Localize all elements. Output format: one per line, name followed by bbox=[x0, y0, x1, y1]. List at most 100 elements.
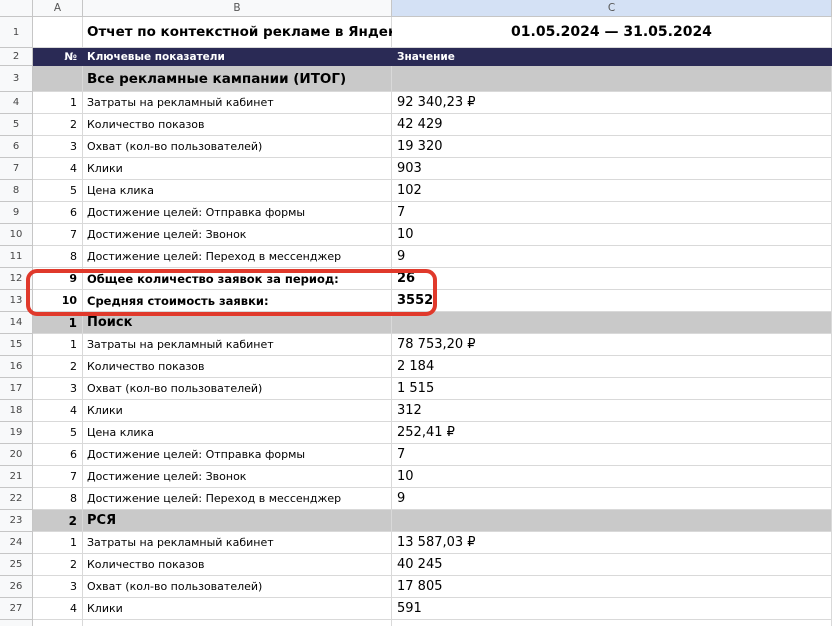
cell-c[interactable]: 102 bbox=[392, 180, 832, 202]
cell-a[interactable]: 10 bbox=[33, 290, 83, 312]
cell-c[interactable]: 903 bbox=[392, 158, 832, 180]
cell-c[interactable]: 252,41 ₽ bbox=[392, 422, 832, 444]
cell-a[interactable] bbox=[33, 17, 83, 48]
cell-a[interactable]: 5 bbox=[33, 180, 83, 202]
cell-c[interactable]: 3552 bbox=[392, 290, 832, 312]
row-number-cell[interactable]: 15 bbox=[0, 334, 33, 356]
cell-c[interactable]: 7 bbox=[392, 202, 832, 224]
cell-b[interactable]: Достижение целей: Отправка формы bbox=[83, 444, 392, 466]
cell-c[interactable] bbox=[392, 620, 832, 626]
cell-a[interactable]: 9 bbox=[33, 268, 83, 290]
row-number-cell[interactable]: 18 bbox=[0, 400, 33, 422]
cell-b[interactable]: Затраты на рекламный кабинет bbox=[83, 532, 392, 554]
row-number-cell[interactable] bbox=[0, 620, 33, 626]
row-number-cell[interactable]: 6 bbox=[0, 136, 33, 158]
cell-b[interactable]: Затраты на рекламный кабинет bbox=[83, 334, 392, 356]
cell-b[interactable]: Достижение целей: Переход в мессенджер bbox=[83, 488, 392, 510]
row-number-cell[interactable]: 20 bbox=[0, 444, 33, 466]
cell-a[interactable]: № bbox=[33, 48, 83, 66]
cell-c[interactable]: 9 bbox=[392, 488, 832, 510]
cell-b[interactable]: Количество показов bbox=[83, 356, 392, 378]
cell-b[interactable]: Цена клика bbox=[83, 180, 392, 202]
row-number-cell[interactable]: 4 bbox=[0, 92, 33, 114]
cell-a[interactable] bbox=[33, 66, 83, 92]
row-number-cell[interactable]: 27 bbox=[0, 598, 33, 620]
cell-c[interactable]: 17 805 bbox=[392, 576, 832, 598]
cell-a[interactable]: 7 bbox=[33, 224, 83, 246]
row-number-cell[interactable]: 17 bbox=[0, 378, 33, 400]
cell-b[interactable]: Поиск bbox=[83, 312, 392, 334]
cell-b[interactable]: Достижение целей: Звонок bbox=[83, 224, 392, 246]
cell-a[interactable]: 1 bbox=[33, 532, 83, 554]
cell-a[interactable]: 8 bbox=[33, 246, 83, 268]
cell-b[interactable]: РСЯ bbox=[83, 510, 392, 532]
cell-a[interactable]: 6 bbox=[33, 202, 83, 224]
row-number-cell[interactable]: 22 bbox=[0, 488, 33, 510]
row-number-cell[interactable]: 19 bbox=[0, 422, 33, 444]
cell-b[interactable]: Клики bbox=[83, 598, 392, 620]
row-number-cell[interactable]: 11 bbox=[0, 246, 33, 268]
cell-c[interactable] bbox=[392, 66, 832, 92]
row-number-cell[interactable]: 26 bbox=[0, 576, 33, 598]
cell-c[interactable]: 13 587,03 ₽ bbox=[392, 532, 832, 554]
cell-a[interactable]: 4 bbox=[33, 158, 83, 180]
cell-b[interactable]: Цена клика bbox=[83, 422, 392, 444]
cell-a[interactable]: 3 bbox=[33, 136, 83, 158]
cell-c[interactable]: 312 bbox=[392, 400, 832, 422]
cell-a[interactable]: 2 bbox=[33, 356, 83, 378]
row-number-cell[interactable]: 14 bbox=[0, 312, 33, 334]
cell-a[interactable] bbox=[33, 620, 83, 626]
select-all-corner[interactable] bbox=[0, 0, 33, 17]
cell-b[interactable]: Средняя стоимость заявки: bbox=[83, 290, 392, 312]
cell-b[interactable] bbox=[83, 620, 392, 626]
cell-a[interactable]: 7 bbox=[33, 466, 83, 488]
row-number-cell[interactable]: 23 bbox=[0, 510, 33, 532]
cell-a[interactable]: 6 bbox=[33, 444, 83, 466]
row-number-cell[interactable]: 1 bbox=[0, 17, 33, 48]
cell-c[interactable]: 40 245 bbox=[392, 554, 832, 576]
row-number-cell[interactable]: 7 bbox=[0, 158, 33, 180]
cell-c[interactable] bbox=[392, 312, 832, 334]
row-number-cell[interactable]: 3 bbox=[0, 66, 33, 92]
cell-c[interactable]: 7 bbox=[392, 444, 832, 466]
row-number-cell[interactable]: 9 bbox=[0, 202, 33, 224]
cell-b[interactable]: Количество показов bbox=[83, 554, 392, 576]
cell-b[interactable]: Ключевые показатели bbox=[83, 48, 392, 66]
cell-c[interactable]: 10 bbox=[392, 466, 832, 488]
cell-c[interactable]: 92 340,23 ₽ bbox=[392, 92, 832, 114]
column-header-b[interactable]: B bbox=[83, 0, 392, 17]
row-number-cell[interactable]: 2 bbox=[0, 48, 33, 66]
cell-a[interactable]: 4 bbox=[33, 598, 83, 620]
cell-b[interactable]: Охват (кол-во пользователей) bbox=[83, 136, 392, 158]
cell-a[interactable]: 5 bbox=[33, 422, 83, 444]
cell-c[interactable]: Значение bbox=[392, 48, 832, 66]
cell-c[interactable]: 591 bbox=[392, 598, 832, 620]
cell-b[interactable]: Достижение целей: Звонок bbox=[83, 466, 392, 488]
cell-c[interactable]: 01.05.2024 — 31.05.2024 bbox=[392, 17, 832, 48]
cell-a[interactable]: 1 bbox=[33, 92, 83, 114]
cell-b[interactable]: Охват (кол-во пользователей) bbox=[83, 576, 392, 598]
cell-b[interactable]: Затраты на рекламный кабинет bbox=[83, 92, 392, 114]
cell-a[interactable]: 1 bbox=[33, 334, 83, 356]
cell-a[interactable]: 1 bbox=[33, 312, 83, 334]
row-number-cell[interactable]: 21 bbox=[0, 466, 33, 488]
cell-a[interactable]: 3 bbox=[33, 378, 83, 400]
row-number-cell[interactable]: 12 bbox=[0, 268, 33, 290]
row-number-cell[interactable]: 24 bbox=[0, 532, 33, 554]
cell-a[interactable]: 2 bbox=[33, 510, 83, 532]
cell-c[interactable]: 10 bbox=[392, 224, 832, 246]
cell-b[interactable]: Все рекламные кампании (ИТОГ) bbox=[83, 66, 392, 92]
cell-c[interactable]: 1 515 bbox=[392, 378, 832, 400]
cell-c[interactable]: 42 429 bbox=[392, 114, 832, 136]
cell-b[interactable]: Клики bbox=[83, 158, 392, 180]
cell-a[interactable]: 4 bbox=[33, 400, 83, 422]
row-number-cell[interactable]: 8 bbox=[0, 180, 33, 202]
cell-c[interactable]: 19 320 bbox=[392, 136, 832, 158]
column-header-c[interactable]: C bbox=[392, 0, 832, 17]
cell-b[interactable]: Общее количество заявок за период: bbox=[83, 268, 392, 290]
row-number-cell[interactable]: 13 bbox=[0, 290, 33, 312]
cell-b[interactable]: Достижение целей: Переход в мессенджер bbox=[83, 246, 392, 268]
column-header-a[interactable]: A bbox=[33, 0, 83, 17]
cell-c[interactable]: 9 bbox=[392, 246, 832, 268]
cell-c[interactable]: 26 bbox=[392, 268, 832, 290]
